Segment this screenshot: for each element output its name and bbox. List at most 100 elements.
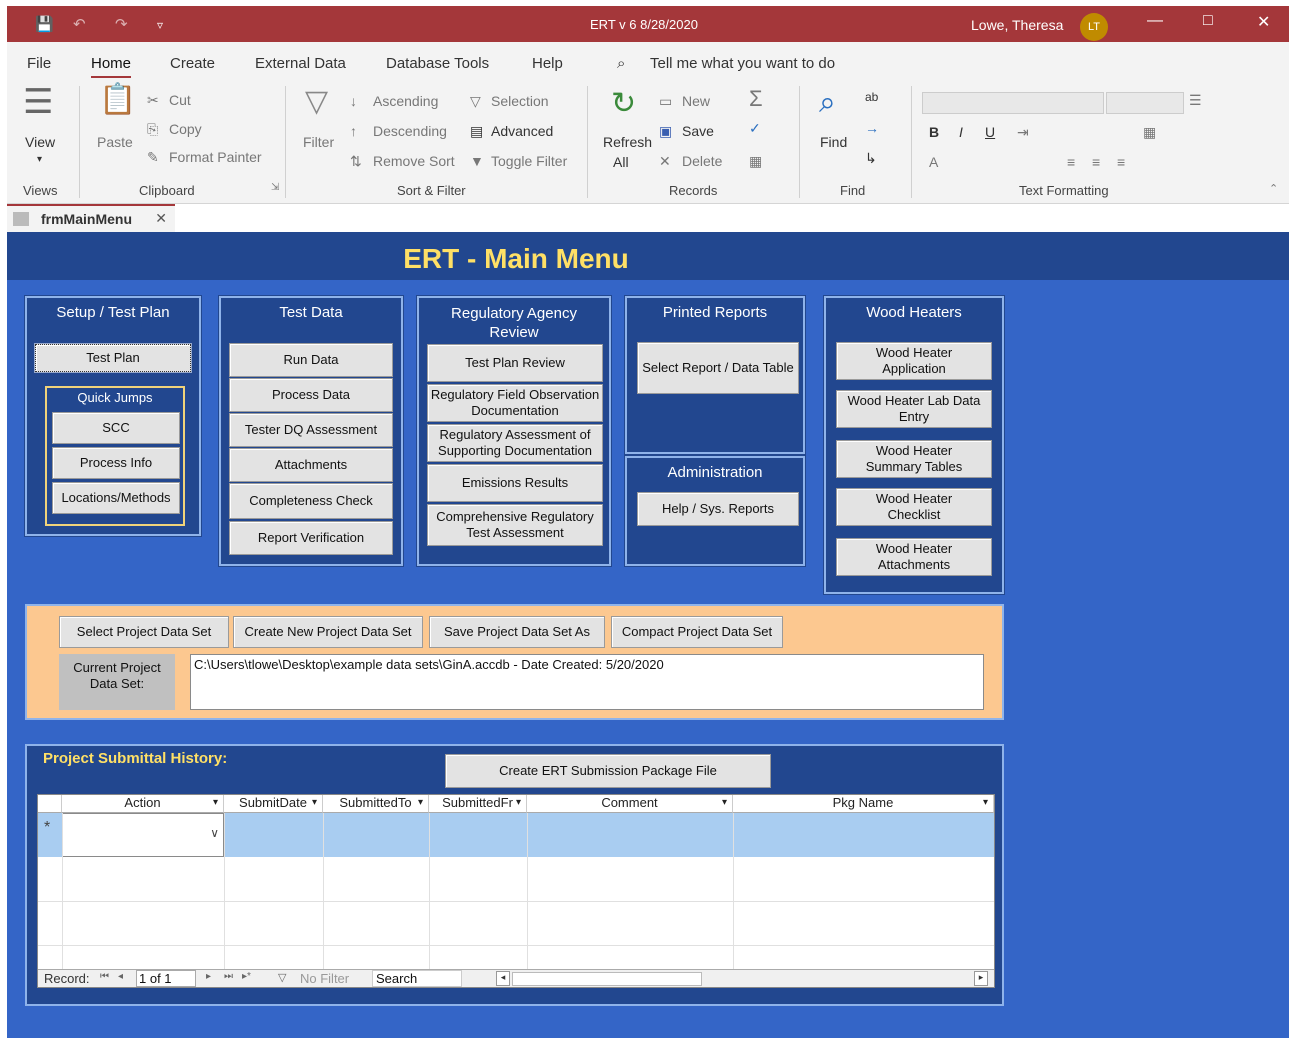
test-plan-review-button[interactable]: Test Plan Review xyxy=(427,344,603,382)
find-button[interactable]: Find xyxy=(820,134,847,150)
bullets-icon[interactable]: ☰ xyxy=(1189,92,1202,109)
next-record-icon[interactable]: ▸ xyxy=(206,971,211,982)
column-header-submittedfr[interactable]: SubmittedFr ▾ xyxy=(429,795,527,813)
regulatory-field-observation-button[interactable]: Regulatory Field Observation Documentati… xyxy=(427,384,603,422)
close-icon[interactable]: ✕ xyxy=(1257,12,1270,32)
compact-project-data-set-button[interactable]: Compact Project Data Set xyxy=(611,616,783,648)
find-icon[interactable]: ⌕ xyxy=(819,86,836,120)
previous-record-icon[interactable]: ◂ xyxy=(118,971,123,982)
wood-heater-attachments-button[interactable]: Wood Heater Attachments xyxy=(836,538,992,576)
collapse-ribbon-icon[interactable]: ⌃ xyxy=(1269,182,1278,195)
last-record-icon[interactable]: ⏭ xyxy=(224,971,233,982)
view-button[interactable]: View xyxy=(25,134,55,150)
locations-methods-button[interactable]: Locations/Methods xyxy=(52,482,180,514)
filter-button[interactable]: Filter xyxy=(303,134,334,150)
menu-home[interactable]: Home xyxy=(91,55,132,78)
chevron-down-icon[interactable]: ∨ xyxy=(210,826,219,840)
row-selector-header[interactable] xyxy=(38,795,62,813)
wood-heater-lab-data-button[interactable]: Wood Heater Lab Data Entry xyxy=(836,390,992,428)
no-filter-button[interactable]: No Filter xyxy=(300,971,349,986)
test-plan-button[interactable]: Test Plan xyxy=(34,343,192,373)
indent-icon[interactable]: ⇥ xyxy=(1017,124,1029,141)
ascending-button[interactable]: Ascending xyxy=(373,93,438,109)
save-project-data-set-as-button[interactable]: Save Project Data Set As xyxy=(429,616,605,648)
emissions-results-button[interactable]: Emissions Results xyxy=(427,464,603,502)
paste-icon[interactable]: 📋 xyxy=(99,82,136,117)
close-tab-icon[interactable]: ✕ xyxy=(155,210,167,227)
save-record-button[interactable]: Save xyxy=(682,123,714,139)
chevron-down-icon[interactable]: ▾ xyxy=(418,797,423,808)
create-project-data-set-button[interactable]: Create New Project Data Set xyxy=(233,616,423,648)
font-color-icon[interactable]: A xyxy=(929,154,938,170)
scc-button[interactable]: SCC xyxy=(52,412,180,444)
tester-dq-assessment-button[interactable]: Tester DQ Assessment xyxy=(229,413,393,447)
scroll-right-icon[interactable]: ▸ xyxy=(974,971,988,986)
gridlines-icon[interactable]: ▦ xyxy=(1143,124,1156,141)
scroll-left-icon[interactable]: ◂ xyxy=(496,971,510,986)
menu-external-data[interactable]: External Data xyxy=(255,55,346,72)
copy-button[interactable]: Copy xyxy=(169,121,202,137)
action-combo[interactable]: ∨ xyxy=(62,813,224,857)
refresh-icon[interactable]: ↻ xyxy=(611,86,636,121)
current-data-set-field[interactable]: C:\Users\tlowe\Desktop\example data sets… xyxy=(190,654,984,710)
toggle-filter-button[interactable]: Toggle Filter xyxy=(491,153,567,169)
filter-icon[interactable]: ▽ xyxy=(305,84,328,119)
first-record-icon[interactable]: ⏮ xyxy=(100,971,109,982)
column-header-comment[interactable]: Comment ▾ xyxy=(527,795,733,813)
help-sys-reports-button[interactable]: Help / Sys. Reports xyxy=(637,492,799,526)
font-size-combo[interactable] xyxy=(1106,92,1184,114)
chevron-down-icon[interactable]: ▾ xyxy=(516,797,521,808)
advanced-button[interactable]: Advanced xyxy=(491,123,553,139)
column-header-submittedto[interactable]: SubmittedTo ▾ xyxy=(323,795,429,813)
report-verification-button[interactable]: Report Verification xyxy=(229,521,393,555)
new-record-nav-icon[interactable]: ▸* xyxy=(242,971,251,982)
tab-frmmainmenu[interactable]: frmMainMenu ✕ xyxy=(7,204,175,232)
redo-icon[interactable]: ↷ xyxy=(115,15,128,33)
menu-database-tools[interactable]: Database Tools xyxy=(386,55,489,72)
chevron-down-icon[interactable]: ▾ xyxy=(983,797,988,808)
more-records-icon[interactable]: ▦ xyxy=(749,153,762,170)
menu-create[interactable]: Create xyxy=(170,55,215,72)
totals-icon[interactable]: Σ xyxy=(749,86,763,112)
chevron-down-icon[interactable]: ▾ xyxy=(312,797,317,808)
wood-heater-summary-button[interactable]: Wood Heater Summary Tables xyxy=(836,440,992,478)
font-name-combo[interactable] xyxy=(922,92,1104,114)
user-name[interactable]: Lowe, Theresa xyxy=(971,17,1063,33)
new-record-row[interactable]: * ∨ xyxy=(38,813,994,857)
regulatory-assessment-supporting-button[interactable]: Regulatory Assessment of Supporting Docu… xyxy=(427,424,603,462)
selection-button[interactable]: Selection xyxy=(491,93,549,109)
select-report-button[interactable]: Select Report / Data Table xyxy=(637,342,799,394)
goto-icon[interactable]: → xyxy=(865,120,879,136)
attachments-button[interactable]: Attachments xyxy=(229,448,393,482)
align-center-icon[interactable]: ≡ xyxy=(1092,154,1100,170)
delete-record-button[interactable]: Delete xyxy=(682,153,722,169)
bold-icon[interactable]: B xyxy=(929,124,939,140)
cut-button[interactable]: Cut xyxy=(169,92,191,108)
undo-icon[interactable]: ↶ xyxy=(73,15,86,33)
replace-icon[interactable]: ab xyxy=(865,90,878,104)
new-record-button[interactable]: New xyxy=(682,93,710,109)
minimize-icon[interactable]: — xyxy=(1147,12,1163,30)
maximize-icon[interactable]: □ xyxy=(1203,12,1213,30)
comprehensive-regulatory-assessment-button[interactable]: Comprehensive Regulatory Test Assessment xyxy=(427,504,603,546)
paste-button[interactable]: Paste xyxy=(97,134,133,150)
create-submission-package-button[interactable]: Create ERT Submission Package File xyxy=(445,754,771,788)
process-data-button[interactable]: Process Data xyxy=(229,378,393,412)
menu-help[interactable]: Help xyxy=(532,55,563,72)
remove-sort-button[interactable]: Remove Sort xyxy=(373,153,455,169)
wood-heater-application-button[interactable]: Wood Heater Application xyxy=(836,342,992,380)
customize-toolbar-icon[interactable]: ▿ xyxy=(157,18,163,32)
column-header-pkg-name[interactable]: Pkg Name ▾ xyxy=(733,795,994,813)
save-icon[interactable]: 💾 xyxy=(35,15,54,33)
run-data-button[interactable]: Run Data xyxy=(229,343,393,377)
view-dropdown-icon[interactable]: ▾ xyxy=(37,154,42,165)
spelling-icon[interactable]: ✓ xyxy=(749,120,761,137)
align-left-icon[interactable]: ≡ xyxy=(1067,154,1075,170)
column-header-submitdate[interactable]: SubmitDate ▾ xyxy=(224,795,323,813)
refresh-button[interactable]: Refresh xyxy=(603,134,652,150)
datasheet-view-icon[interactable]: ☰ xyxy=(23,82,53,122)
wood-heater-checklist-button[interactable]: Wood Heater Checklist xyxy=(836,488,992,526)
select-project-data-set-button[interactable]: Select Project Data Set xyxy=(59,616,229,648)
select-icon[interactable]: ↳ xyxy=(865,150,877,167)
horizontal-scrollbar-thumb[interactable] xyxy=(512,972,702,986)
